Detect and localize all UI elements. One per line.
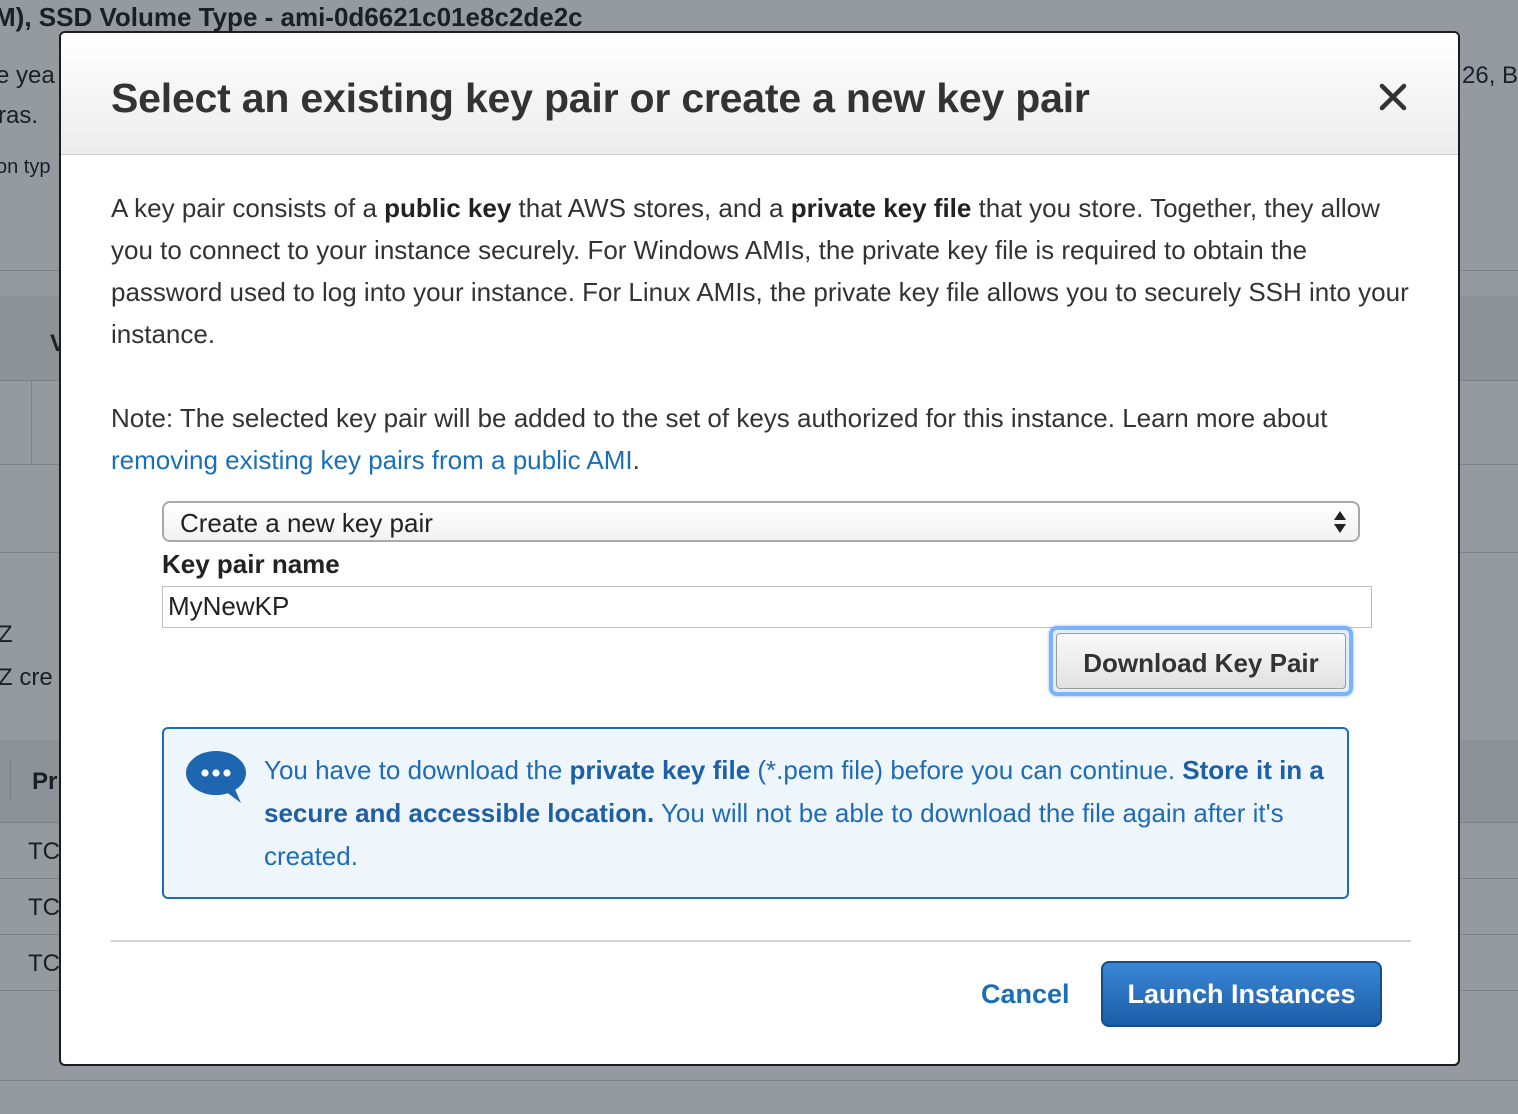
intro-bold-public-key: public key [384, 193, 512, 223]
note-text-part: Note: The selected key pair will be adde… [111, 403, 1328, 433]
close-button[interactable] [1373, 77, 1413, 117]
dialog-header: Select an existing key pair or create a … [61, 33, 1458, 155]
intro-text-part: A key pair consists of a [111, 193, 385, 223]
info-text-part: (*.pem file) before you can continue. [750, 755, 1183, 785]
cancel-button[interactable]: Cancel [981, 979, 1070, 1010]
note-text: Note: The selected key pair will be adde… [111, 397, 1411, 481]
key-pair-option-value: Create a new key pair [180, 508, 433, 538]
dialog-title: Select an existing key pair or create a … [111, 75, 1090, 121]
download-key-pair-label: Download Key Pair [1083, 648, 1319, 678]
launch-instances-label: Launch Instances [1127, 979, 1356, 1009]
intro-text-part: that AWS stores, and a [511, 193, 791, 223]
key-pair-option-select[interactable]: Create a new key pair [162, 501, 1360, 542]
footer-divider [111, 940, 1411, 942]
close-icon [1379, 83, 1407, 111]
info-bold-private-key-file: private key file [569, 755, 751, 785]
download-button-face: Download Key Pair [1056, 633, 1346, 689]
intro-text: A key pair consists of a public key that… [111, 187, 1411, 355]
key-pair-name-value: MyNewKP [168, 591, 290, 621]
info-alert: You have to download the private key fil… [162, 727, 1349, 899]
launch-instances-button[interactable]: Launch Instances [1101, 961, 1382, 1027]
remove-key-pairs-link[interactable]: removing existing key pairs from a publi… [111, 445, 633, 475]
key-pair-name-label: Key pair name [162, 549, 340, 579]
info-text-part: You have to download the [264, 755, 570, 785]
intro-bold-private-key-file: private key file [790, 193, 972, 223]
speech-bubble-icon [186, 751, 246, 803]
select-arrows-icon [1334, 511, 1346, 533]
key-pair-dialog: Select an existing key pair or create a … [59, 31, 1460, 1066]
info-message: You have to download the private key fil… [264, 749, 1334, 878]
key-pair-name-input[interactable]: MyNewKP [162, 586, 1372, 628]
download-key-pair-button[interactable]: Download Key Pair [1049, 626, 1353, 696]
note-text-part: . [632, 445, 640, 475]
